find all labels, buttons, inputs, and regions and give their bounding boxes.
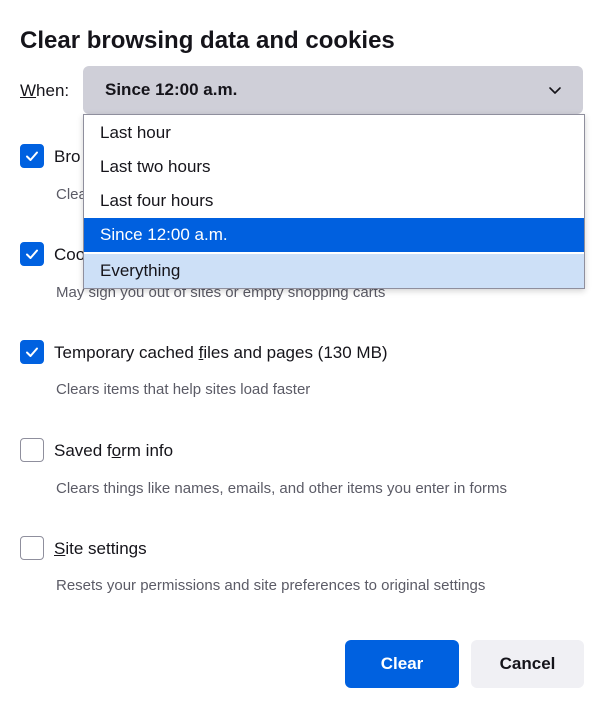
option-since-midnight[interactable]: Since 12:00 a.m.	[84, 218, 584, 252]
form-info-label-accesskey: o	[111, 441, 122, 460]
checkmark-icon	[26, 347, 38, 357]
form-info-label-post: rm info	[121, 441, 174, 460]
option-last-two-hours[interactable]: Last two hours	[84, 150, 584, 184]
when-label-accesskey: W	[20, 81, 37, 100]
option-everything[interactable]: Everything	[84, 254, 584, 288]
form-info-checkbox[interactable]	[20, 438, 44, 462]
history-label-text: Bro	[54, 147, 81, 166]
site-settings-label-accesskey: S	[54, 539, 66, 558]
clear-data-dialog: Clear browsing data and cookies When: Si…	[0, 0, 602, 706]
site-settings-description: Resets your permissions and site prefere…	[56, 577, 486, 594]
chevron-down-icon	[549, 87, 561, 94]
cache-label-pre: Temporary cached	[54, 343, 199, 362]
history-label: Bro	[54, 147, 80, 167]
cookies-label: Coo	[54, 245, 85, 265]
cookies-checkbox[interactable]	[20, 242, 44, 266]
when-select[interactable]: Since 12:00 a.m.	[83, 66, 583, 114]
checkmark-icon	[26, 151, 38, 161]
form-info-label-pre: Saved f	[54, 441, 112, 460]
dialog-title: Clear browsing data and cookies	[20, 27, 395, 54]
cache-label: Temporary cached files and pages (130 MB…	[54, 343, 388, 363]
when-dropdown-list: Last hour Last two hours Last four hours…	[83, 114, 585, 289]
when-label-text: hen:	[36, 81, 70, 100]
clear-button[interactable]: Clear	[345, 640, 459, 688]
site-settings-label-post: ite settings	[65, 539, 147, 558]
checkmark-icon	[26, 249, 38, 259]
history-checkbox[interactable]	[20, 144, 44, 168]
option-last-four-hours[interactable]: Last four hours	[84, 184, 584, 218]
option-last-hour[interactable]: Last hour	[84, 116, 584, 150]
cache-checkbox[interactable]	[20, 340, 44, 364]
when-select-value: Since 12:00 a.m.	[105, 80, 238, 99]
when-label: When:	[20, 81, 69, 101]
site-settings-checkbox[interactable]	[20, 536, 44, 560]
cache-label-post: iles and pages (130 MB)	[203, 343, 388, 362]
cache-description: Clears items that help sites load faster	[56, 381, 311, 398]
cookies-label-text: Coo	[54, 245, 86, 264]
form-info-description: Clears things like names, emails, and ot…	[56, 480, 508, 497]
site-settings-label: Site settings	[54, 539, 147, 559]
form-info-label: Saved form info	[54, 441, 173, 461]
cancel-button[interactable]: Cancel	[471, 640, 584, 688]
